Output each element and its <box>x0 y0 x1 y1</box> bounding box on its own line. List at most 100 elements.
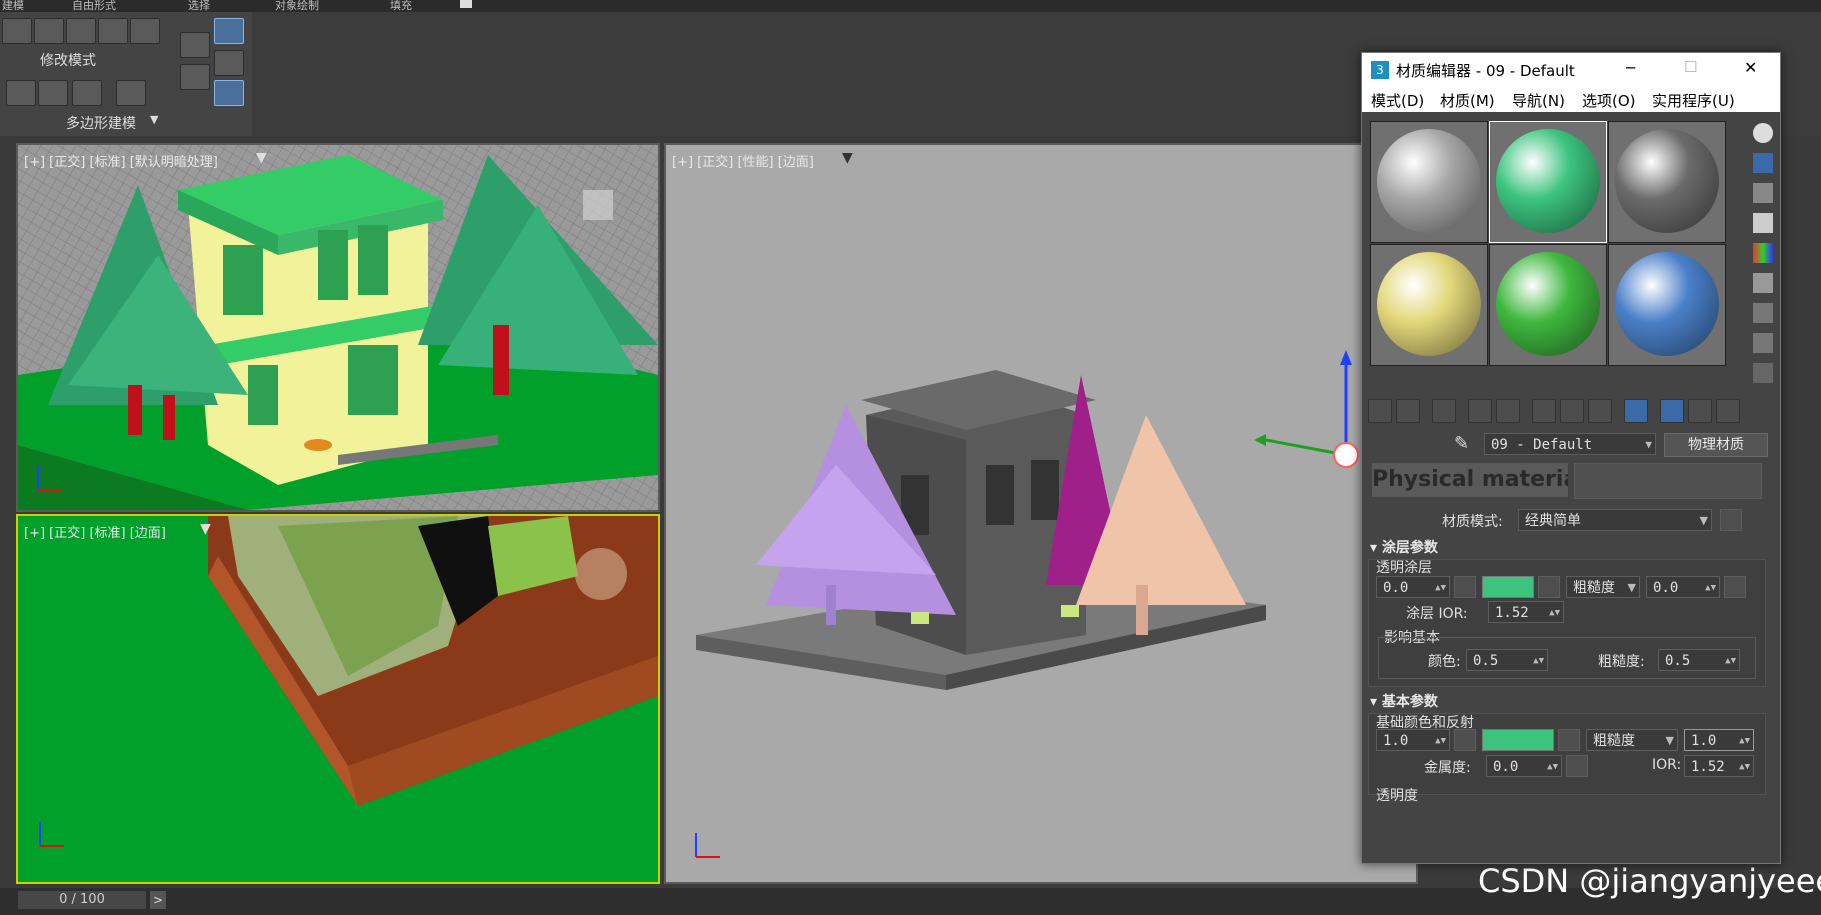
spinner-icon[interactable]: ▲▼ <box>1739 730 1750 752</box>
poly-modeling-label[interactable]: 多边形建模 <box>66 113 136 133</box>
save-preset-icon[interactable] <box>1720 509 1742 531</box>
material-name-field[interactable]: 09 - Default ▼ <box>1484 433 1656 455</box>
basic-rollout-header[interactable]: ▾ 基本参数 <box>1370 691 1438 711</box>
material-type-button[interactable]: 物理材质 <box>1664 433 1768 457</box>
coating-weight-map-button[interactable] <box>1454 576 1476 598</box>
material-map-navigator-icon[interactable] <box>1753 363 1773 383</box>
ribbon-options-icon[interactable] <box>460 0 472 8</box>
sample-slot[interactable] <box>1489 244 1607 366</box>
edge-mode-button[interactable] <box>34 18 64 44</box>
material-mode-dropdown[interactable]: 经典简单 ▼ <box>1518 509 1712 531</box>
base-roughness-mode-dropdown[interactable]: 粗糙度 ▼ <box>1586 729 1678 751</box>
viewport-label[interactable]: [+] [正交] [性能] [边面] <box>672 151 814 170</box>
coating-color-swatch[interactable] <box>1482 576 1534 598</box>
spinner-icon[interactable]: ▲▼ <box>1725 650 1736 672</box>
base-ior-field[interactable]: 1.52 ▲▼ <box>1684 755 1754 777</box>
base-color-swatch[interactable] <box>1482 729 1554 751</box>
coating-roughness-field[interactable]: 0.0 ▲▼ <box>1646 576 1720 598</box>
show-end-result-icon[interactable] <box>1660 399 1684 423</box>
options-icon[interactable] <box>1753 303 1773 323</box>
viewport-perspective[interactable]: [+] [正交] [性能] [边面] ▼ <box>664 143 1418 884</box>
affect-color-field[interactable]: 0.5 ▲▼ <box>1466 649 1548 671</box>
shrink-button[interactable] <box>116 80 146 106</box>
polygon-mode-button[interactable] <box>98 18 128 44</box>
material-id-channel-icon[interactable] <box>1588 399 1612 423</box>
menu-mode[interactable]: 模式(D) <box>1371 90 1424 111</box>
filter-icon[interactable]: ▼ <box>256 150 267 166</box>
make-unique-icon[interactable] <box>1532 399 1556 423</box>
coating-weight-field[interactable]: 0.0 ▲▼ <box>1376 576 1450 598</box>
make-preview-icon[interactable] <box>1753 273 1773 293</box>
select-button[interactable] <box>6 80 36 106</box>
filter-icon[interactable]: ▼ <box>842 150 853 166</box>
vertex-mode-button[interactable] <box>2 18 32 44</box>
viewport-label[interactable]: [+] [正交] [标准] [边面] <box>24 522 166 541</box>
frame-counter[interactable]: 0 / 100 <box>18 891 146 909</box>
video-color-check-icon[interactable] <box>1753 243 1773 263</box>
coating-color-map-button[interactable] <box>1538 576 1560 598</box>
coating-rollout-header[interactable]: ▾ 涂层参数 <box>1370 537 1438 557</box>
pin-stack-button[interactable] <box>214 80 244 106</box>
metalness-field[interactable]: 0.0 ▲▼ <box>1486 755 1562 777</box>
spinner-icon[interactable]: ▲▼ <box>1549 602 1560 624</box>
border-mode-button[interactable] <box>66 18 96 44</box>
close-icon[interactable]: ✕ <box>1744 58 1757 77</box>
stack-left-button[interactable] <box>180 32 210 58</box>
background-checker-icon[interactable] <box>1753 183 1773 203</box>
coating-roughness-mode-dropdown[interactable]: 粗糙度 ▼ <box>1566 576 1640 598</box>
coating-roughness-map-button[interactable] <box>1724 576 1746 598</box>
sample-slot[interactable] <box>1370 121 1488 243</box>
sample-slot[interactable] <box>1608 244 1726 366</box>
make-unique-button[interactable] <box>214 50 244 76</box>
maximize-icon[interactable]: ☐ <box>1684 58 1697 76</box>
spinner-icon[interactable]: ▲▼ <box>1533 650 1544 672</box>
chevron-down-icon[interactable]: ▼ <box>1628 577 1636 599</box>
menu-material[interactable]: 材质(M) <box>1440 90 1495 111</box>
spinner-icon[interactable]: ▲▼ <box>1739 756 1750 778</box>
backlight-icon[interactable] <box>1753 153 1773 173</box>
affect-roughness-field[interactable]: 0.5 ▲▼ <box>1658 649 1740 671</box>
sample-slot[interactable] <box>1489 121 1607 243</box>
delete-material-icon[interactable] <box>1468 399 1492 423</box>
chevron-down-icon[interactable]: ▼ <box>1645 434 1652 456</box>
minimize-icon[interactable]: ─ <box>1626 59 1635 77</box>
make-copy-icon[interactable] <box>1496 399 1520 423</box>
material-editor-window[interactable]: 3 材质编辑器 - 09 - Default ─ ☐ ✕ 模式(D) 材质(M)… <box>1361 52 1781 864</box>
go-forward-sibling-icon[interactable] <box>1716 399 1740 423</box>
chevron-down-icon[interactable]: ▼ <box>1666 730 1674 752</box>
filter-icon[interactable]: ▼ <box>200 521 211 537</box>
spinner-icon[interactable]: ▲▼ <box>1435 730 1446 752</box>
sample-slot[interactable] <box>1370 244 1488 366</box>
viewport-top-left[interactable]: [+] [正交] [标准] [默认明暗处理] ▼ <box>16 143 660 512</box>
spinner-icon[interactable]: ▲▼ <box>1705 577 1716 599</box>
put-to-scene-icon[interactable] <box>1396 399 1420 423</box>
spinner-icon[interactable]: ▲▼ <box>1435 577 1446 599</box>
base-color-map-button[interactable] <box>1558 729 1580 751</box>
sample-slot[interactable] <box>1608 121 1726 243</box>
metalness-map-button[interactable] <box>1566 755 1588 777</box>
put-to-library-icon[interactable] <box>1560 399 1584 423</box>
next-frame-button[interactable]: > <box>150 891 166 909</box>
base-weight-field[interactable]: 1.0 ▲▼ <box>1376 729 1450 751</box>
show-shaded-material-icon[interactable] <box>1624 399 1648 423</box>
base-roughness-field[interactable]: 1.0 ▲▼ <box>1684 729 1754 751</box>
menu-utilities[interactable]: 实用程序(U) <box>1652 90 1735 111</box>
grow-button[interactable] <box>72 80 102 106</box>
viewport-label[interactable]: [+] [正交] [标准] [默认明暗处理] <box>24 151 218 170</box>
coating-ior-field[interactable]: 1.52 ▲▼ <box>1488 601 1564 623</box>
stack-right-button[interactable] <box>180 64 210 90</box>
chevron-down-icon[interactable]: ▼ <box>1700 510 1708 532</box>
menu-navigation[interactable]: 导航(N) <box>1512 90 1565 111</box>
viewport-bottom-left[interactable]: [+] [正交] [标准] [边面] ▼ <box>16 514 660 884</box>
select-by-material-icon[interactable] <box>1753 333 1773 353</box>
element-mode-button[interactable] <box>130 18 160 44</box>
base-weight-map-button[interactable] <box>1454 729 1476 751</box>
material-editor-titlebar[interactable]: 3 材质编辑器 - 09 - Default ─ ☐ ✕ <box>1362 53 1780 88</box>
show-end-result-button[interactable] <box>214 18 244 44</box>
eyedropper-icon[interactable]: ✎ <box>1454 433 1469 454</box>
spinner-icon[interactable]: ▲▼ <box>1547 756 1558 778</box>
go-to-parent-icon[interactable] <box>1688 399 1712 423</box>
menu-options[interactable]: 选项(O) <box>1582 90 1636 111</box>
sample-type-sphere-icon[interactable] <box>1753 123 1773 143</box>
chevron-down-icon[interactable]: ▼ <box>150 113 158 126</box>
